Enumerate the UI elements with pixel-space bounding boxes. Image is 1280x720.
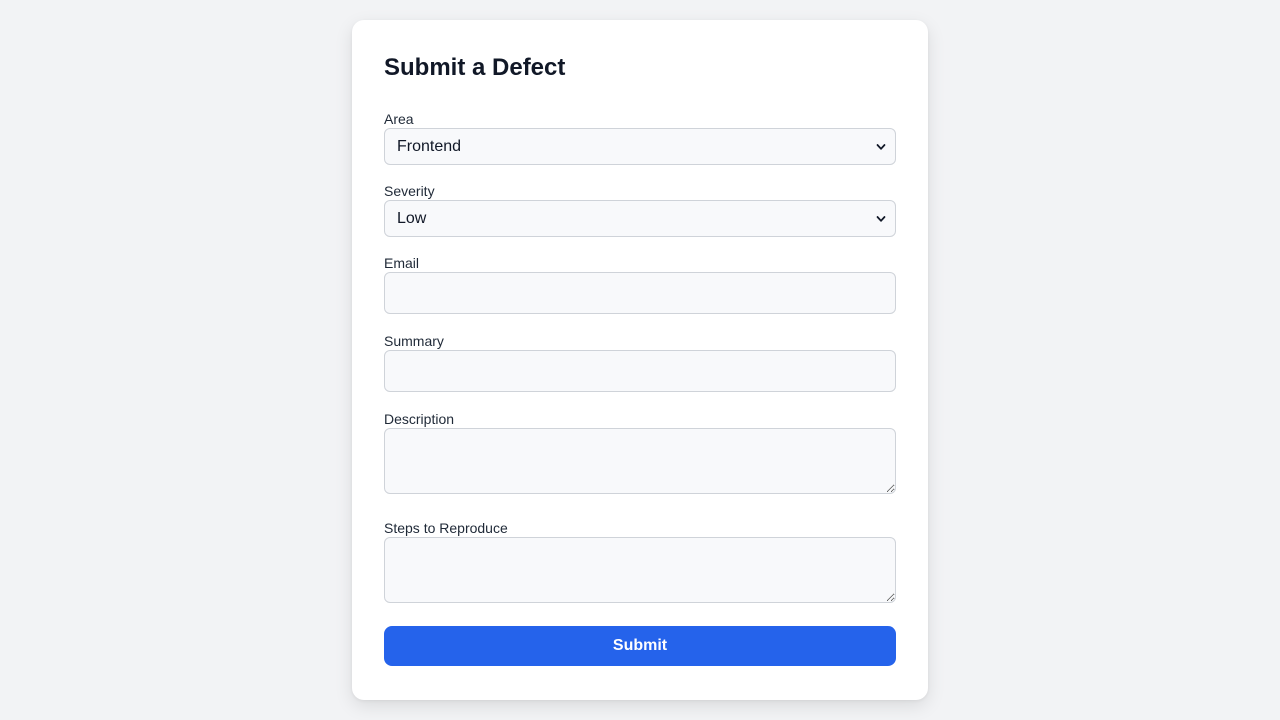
area-field: Area Frontend	[384, 110, 896, 165]
area-select[interactable]: Frontend	[384, 128, 896, 165]
severity-select-value: Low	[397, 210, 427, 227]
severity-select[interactable]: Low	[384, 200, 896, 237]
summary-field-group: Summary	[384, 332, 896, 392]
area-label: Area	[384, 111, 414, 127]
defect-form-card: Submit a Defect Area Frontend Severity L…	[352, 20, 928, 700]
email-field[interactable]	[384, 272, 896, 314]
description-field-group: Description	[384, 410, 896, 494]
summary-label: Summary	[384, 333, 444, 349]
submit-button[interactable]: Submit	[384, 626, 896, 666]
description-label: Description	[384, 411, 455, 427]
severity-label: Severity	[384, 183, 435, 199]
description-textarea[interactable]	[384, 428, 896, 494]
steps-label: Steps to Reproduce	[384, 520, 508, 536]
form-title: Submit a Defect	[384, 54, 566, 81]
chevron-down-icon	[876, 144, 886, 150]
steps-field-group: Steps to Reproduce	[384, 519, 896, 603]
summary-field[interactable]	[384, 350, 896, 392]
email-field-group: Email	[384, 254, 896, 314]
chevron-down-icon	[876, 216, 886, 222]
steps-textarea[interactable]	[384, 537, 896, 603]
email-label: Email	[384, 255, 420, 271]
area-select-value: Frontend	[397, 138, 462, 155]
severity-field: Severity Low	[384, 182, 896, 237]
